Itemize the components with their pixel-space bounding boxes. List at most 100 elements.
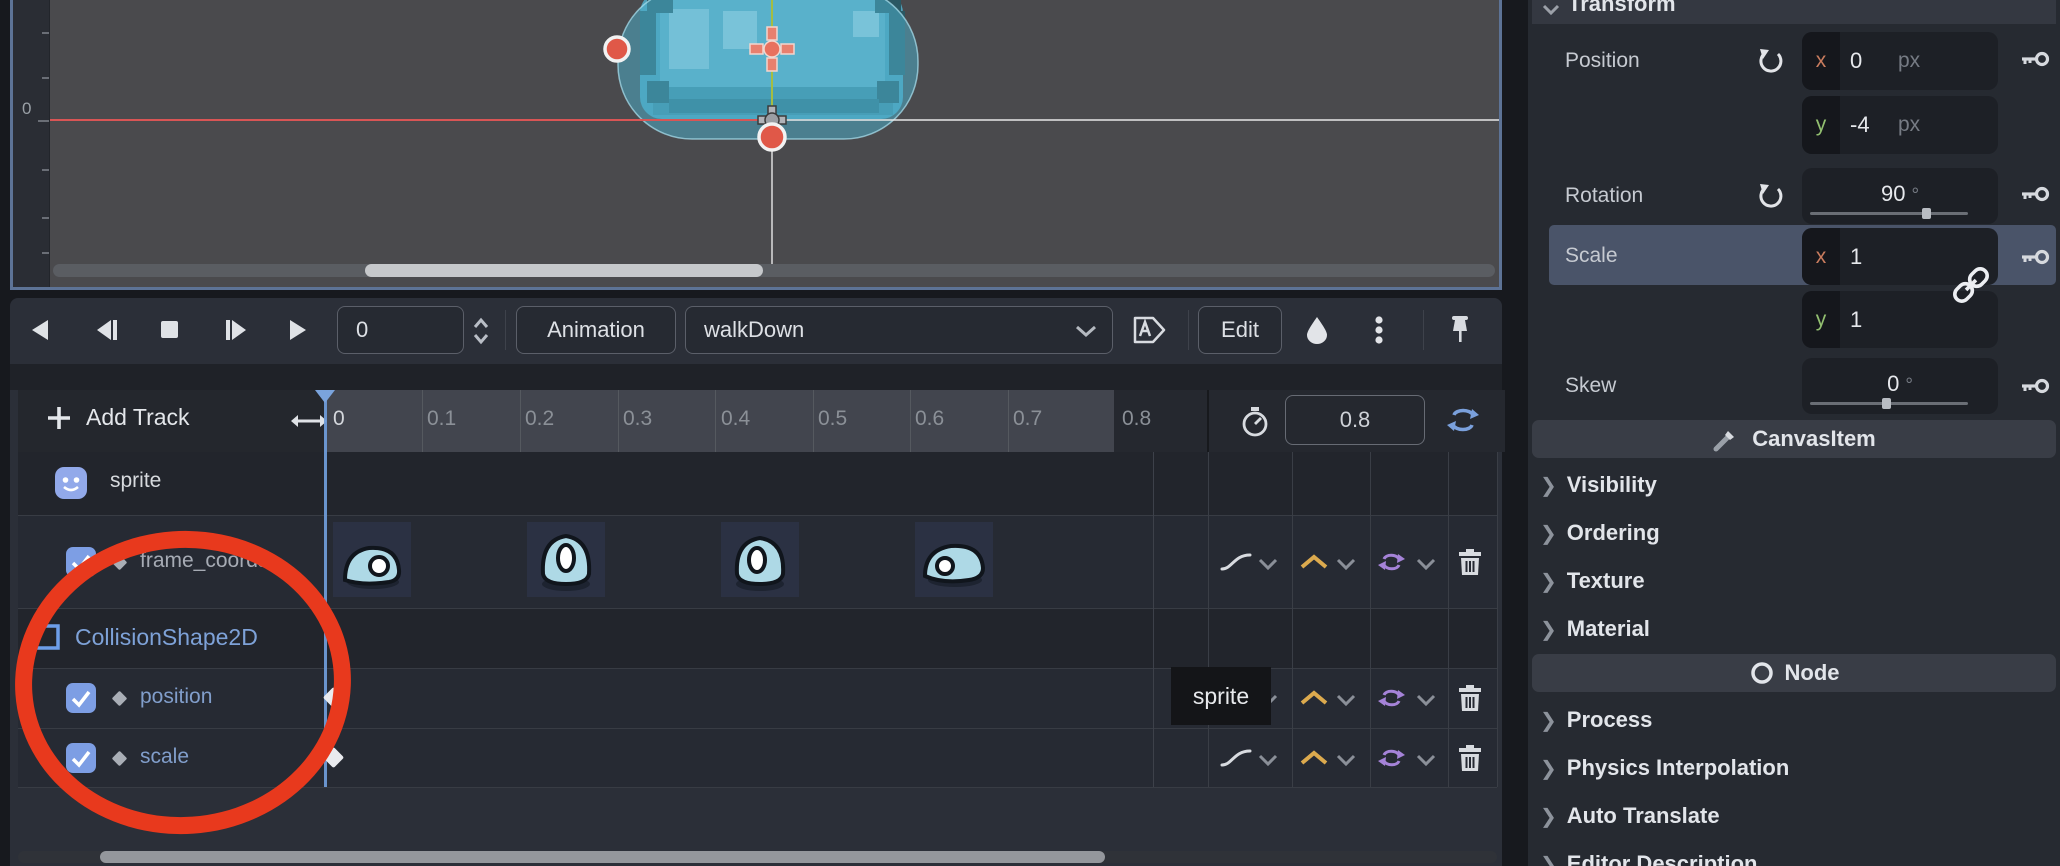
chevron-down-icon[interactable] xyxy=(1336,558,1356,570)
autoplay-on-load-icon[interactable] xyxy=(1128,314,1168,346)
animation-length-spinbox[interactable]: 0.8 xyxy=(1285,395,1425,445)
delete-track-icon[interactable] xyxy=(1457,548,1483,576)
loop-animation-icon[interactable] xyxy=(1446,405,1480,435)
y-axis-badge: y xyxy=(1802,291,1840,348)
current-time-spinbox[interactable]: 0 xyxy=(337,306,464,354)
skew-field[interactable]: 0° xyxy=(1802,358,1998,414)
rotation-slider-handle[interactable] xyxy=(1922,208,1931,219)
animation-select-dropdown[interactable]: walkDown xyxy=(685,306,1113,354)
section-physics-interpolation[interactable]: ❯ Physics Interpolation xyxy=(1528,745,2060,791)
scale-label: Scale xyxy=(1565,244,1618,268)
tick-03: 0.3 xyxy=(623,407,652,431)
loop-wrap-icon[interactable] xyxy=(1377,746,1407,770)
section-auto-translate[interactable]: ❯ Auto Translate xyxy=(1528,793,2060,839)
add-track-button[interactable]: Add Track xyxy=(46,404,190,431)
keyframe-thumb-2[interactable] xyxy=(721,522,799,597)
interpolation-mode-icon[interactable] xyxy=(1299,690,1329,706)
position-x-value: 0 xyxy=(1850,48,1862,74)
revert-icon[interactable] xyxy=(1756,46,1786,76)
delete-track-icon[interactable] xyxy=(1457,684,1483,712)
more-options-icon[interactable] xyxy=(1374,315,1384,345)
node-category-bar[interactable]: Node xyxy=(1532,654,2056,692)
tick-01: 0.1 xyxy=(427,407,456,431)
chevron-down-icon[interactable] xyxy=(1416,694,1436,706)
key-icon[interactable] xyxy=(2020,50,2050,68)
rotation-slider[interactable] xyxy=(1810,212,1968,215)
pin-panel-icon[interactable] xyxy=(1448,314,1472,346)
position-y-field[interactable]: y -4 px xyxy=(1802,96,1998,154)
shape-handle-bottom[interactable] xyxy=(759,124,785,150)
chevron-down-icon[interactable] xyxy=(1258,558,1278,570)
section-process[interactable]: ❯ Process xyxy=(1528,697,2060,743)
key-icon[interactable] xyxy=(2020,377,2050,395)
track-enabled-checkbox-position[interactable] xyxy=(66,683,96,713)
chevron-down-icon[interactable] xyxy=(1416,754,1436,766)
tick-08: 0.8 xyxy=(1122,407,1151,431)
play-backwards-from-current-button[interactable] xyxy=(94,317,120,343)
key-icon[interactable] xyxy=(2020,185,2050,203)
panel-gap xyxy=(10,364,1502,390)
2d-viewport[interactable]: 0 xyxy=(10,0,1502,290)
keyframe-thumb-1[interactable] xyxy=(527,522,605,597)
keyframe-thumb-0[interactable] xyxy=(333,522,411,597)
section-material[interactable]: ❯ Material xyxy=(1528,606,2060,652)
position-x-field[interactable]: x 0 px xyxy=(1802,32,1998,90)
track-property-position[interactable]: position xyxy=(140,685,212,709)
timeline-hscroll-grabber[interactable] xyxy=(100,851,1105,863)
brush-icon xyxy=(1712,425,1740,453)
chevron-down-icon[interactable] xyxy=(1416,558,1436,570)
section-texture[interactable]: ❯ Texture xyxy=(1528,558,2060,604)
canvasitem-category-bar[interactable]: CanvasItem xyxy=(1532,420,2056,458)
rotation-label: Rotation xyxy=(1565,184,1643,208)
keyframe-thumb-3[interactable] xyxy=(915,522,993,597)
section-visibility[interactable]: ❯ Visibility xyxy=(1528,462,2060,508)
stop-button[interactable] xyxy=(157,317,183,343)
track-property-scale[interactable]: scale xyxy=(140,745,189,769)
section-editor-description[interactable]: ❯ Editor Description xyxy=(1528,841,2060,866)
track-node-sprite[interactable]: sprite xyxy=(110,469,161,493)
play-from-start-button[interactable] xyxy=(223,317,249,343)
play-button[interactable] xyxy=(284,317,310,343)
rotation-field[interactable]: 90° xyxy=(1802,168,1998,224)
update-mode-icon[interactable] xyxy=(1218,550,1254,574)
section-ordering[interactable]: ❯ Ordering xyxy=(1528,510,2060,556)
loop-wrap-icon[interactable] xyxy=(1377,686,1407,710)
viewport-hscroll-grabber[interactable] xyxy=(365,264,763,277)
chevron-down-icon xyxy=(1542,4,1560,16)
x-axis-badge: x xyxy=(1802,32,1840,90)
interpolation-mode-icon[interactable] xyxy=(1299,554,1329,570)
chevron-right-icon: ❯ xyxy=(1540,617,1557,642)
track-property-frame-coords[interactable]: frame_coords xyxy=(140,549,268,573)
loop-wrap-icon[interactable] xyxy=(1377,550,1407,574)
edit-button[interactable]: Edit xyxy=(1198,306,1282,354)
skew-slider-handle[interactable] xyxy=(1882,398,1891,409)
skew-value: 0 xyxy=(1887,371,1899,396)
update-mode-icon[interactable] xyxy=(1218,746,1254,770)
track-enabled-checkbox-scale[interactable] xyxy=(66,743,96,773)
playhead-handle[interactable] xyxy=(315,390,335,403)
tick-04: 0.4 xyxy=(721,407,750,431)
chevron-down-icon[interactable] xyxy=(1336,754,1356,766)
viewport-hscroll-track[interactable] xyxy=(53,264,1495,277)
playhead[interactable] xyxy=(324,390,327,787)
play-backwards-button[interactable] xyxy=(28,317,54,343)
interpolation-mode-icon[interactable] xyxy=(1299,750,1329,766)
track-group-sprite[interactable] xyxy=(18,452,1497,515)
delete-track-icon[interactable] xyxy=(1457,744,1483,772)
onion-skinning-icon[interactable] xyxy=(1303,315,1331,345)
chevron-down-icon[interactable] xyxy=(1336,694,1356,706)
link-scale-icon[interactable] xyxy=(1948,262,1994,308)
timeline-zoom-icon[interactable] xyxy=(291,413,327,429)
track-node-collisionshape2d[interactable]: CollisionShape2D xyxy=(75,624,258,651)
chevron-down-icon[interactable] xyxy=(1258,754,1278,766)
chevron-right-icon: ❯ xyxy=(1540,473,1557,498)
revert-icon[interactable] xyxy=(1756,181,1786,211)
transform-section-header[interactable]: Transform xyxy=(1532,0,2056,24)
node-circle-icon xyxy=(1749,660,1775,686)
time-spinner-arrows[interactable] xyxy=(472,316,490,346)
vertical-ruler: 0 xyxy=(13,0,50,287)
track-enabled-checkbox-frame-coords[interactable] xyxy=(66,547,96,577)
shape-handle-left[interactable] xyxy=(605,37,629,61)
animation-menu-button[interactable]: Animation xyxy=(516,306,676,354)
key-icon[interactable] xyxy=(2020,248,2050,266)
